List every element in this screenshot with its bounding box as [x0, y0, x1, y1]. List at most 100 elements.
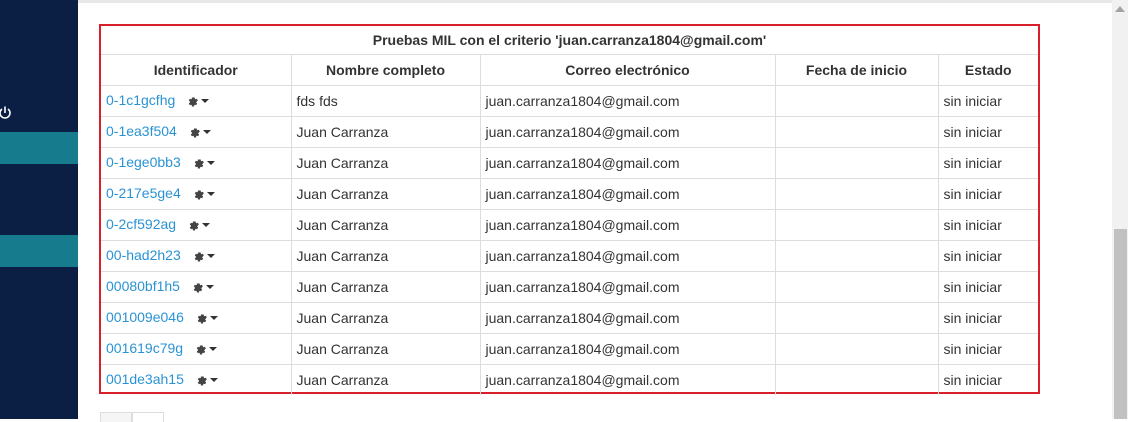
table-row: 0-1c1gcfhg fds fds juan.carranza1804@gmail… [101, 85, 1039, 117]
sidebar [0, 0, 78, 419]
status-cell: sin iniciar [937, 364, 1039, 395]
record-id-link[interactable]: 001619c79g [106, 340, 183, 356]
table-row: 001de3ah15 Juan Carranza juan.carranza1804… [101, 364, 1039, 395]
record-id-link[interactable]: 001de3ah15 [106, 371, 184, 387]
email-cell: juan.carranza1804@gmail.com [479, 364, 776, 395]
caret-down-icon [206, 161, 215, 166]
record-id-link[interactable]: 0-1ege0bb3 [106, 154, 181, 170]
record-id-link[interactable]: 00080bf1h5 [106, 278, 180, 294]
email-cell: juan.carranza1804@gmail.com [479, 240, 776, 272]
id-cell: 0-1ege0bb3 [101, 147, 292, 179]
main-content: Pruebas MIL con el criterio 'juan.carran… [78, 0, 1112, 422]
table-row: 0-2cf592ag Juan Carranza juan.carranza1804… [101, 209, 1039, 241]
caret-down-icon [206, 192, 215, 197]
email-cell: juan.carranza1804@gmail.com [479, 209, 776, 241]
email-cell: juan.carranza1804@gmail.com [479, 116, 776, 148]
record-id-link[interactable]: 0-2cf592ag [106, 216, 176, 232]
email-cell: juan.carranza1804@gmail.com [479, 333, 776, 365]
caret-down-icon [209, 347, 218, 352]
gear-icon [189, 127, 200, 138]
gear-icon [188, 220, 199, 231]
caret-down-icon [201, 99, 210, 104]
sidebar-item-highlight[interactable] [0, 235, 78, 267]
table-row: 00080bf1h5 Juan Carranza juan.carranza1804… [101, 271, 1039, 303]
record-id-link[interactable]: 0-217e5ge4 [106, 185, 181, 201]
gear-icon [193, 189, 204, 200]
record-id-link[interactable]: 00-had2h23 [106, 247, 181, 263]
results-table: Pruebas MIL con el criterio 'juan.carran… [101, 26, 1039, 395]
id-cell: 0-2cf592ag [101, 209, 292, 241]
name-cell: Juan Carranza [290, 364, 481, 395]
status-cell: sin iniciar [937, 116, 1039, 148]
row-actions-dropdown[interactable] [189, 247, 219, 265]
table-row: 001009e046 Juan Carranza juan.carranza1804… [101, 302, 1039, 334]
start-date-cell [774, 302, 939, 334]
record-id-link[interactable]: 0-1ea3f504 [106, 123, 177, 139]
caret-down-icon [202, 130, 211, 135]
pagination [100, 412, 164, 422]
name-cell: Juan Carranza [290, 333, 481, 365]
caret-down-icon [209, 378, 218, 383]
gear-icon [196, 313, 207, 324]
table-header-row: Identificador Nombre completo Correo elect… [101, 54, 1039, 86]
start-date-cell [774, 178, 939, 210]
header-divider [78, 0, 1112, 3]
name-cell: fds fds [290, 85, 481, 117]
column-header: Fecha de inicio [774, 54, 939, 86]
name-cell: Juan Carranza [290, 302, 481, 334]
id-cell: 00-had2h23 [101, 240, 292, 272]
start-date-cell [774, 240, 939, 272]
name-cell: Juan Carranza [290, 271, 481, 303]
id-cell: 001619c79g [101, 333, 292, 365]
caret-down-icon [202, 223, 211, 228]
gear-icon [192, 282, 203, 293]
name-cell: Juan Carranza [290, 178, 481, 210]
row-actions-dropdown[interactable] [188, 278, 218, 296]
record-id-link[interactable]: 0-1c1gcfhg [106, 92, 175, 108]
window-edge [1128, 0, 1140, 419]
row-actions-dropdown[interactable] [192, 309, 222, 327]
gear-icon [187, 96, 199, 107]
table-body: 0-1c1gcfhg fds fds juan.carranza1804@gmail… [101, 85, 1039, 395]
table-caption: Pruebas MIL con el criterio 'juan.carran… [101, 26, 1039, 55]
scrollbar-thumb[interactable] [1114, 229, 1127, 419]
name-cell: Juan Carranza [290, 147, 481, 179]
status-cell: sin iniciar [937, 240, 1039, 272]
table-row: 0-1ea3f504 Juan Carranza juan.carranza1804… [101, 116, 1039, 148]
row-actions-dropdown[interactable] [192, 371, 222, 389]
table-row: 0-1ege0bb3 Juan Carranza juan.carranza1804… [101, 147, 1039, 179]
scroll-up-arrow-icon[interactable] [1115, 6, 1125, 12]
row-actions-dropdown[interactable] [183, 92, 213, 110]
row-actions-dropdown[interactable] [189, 185, 219, 203]
name-cell: Juan Carranza [290, 209, 481, 241]
row-actions-dropdown[interactable] [189, 154, 219, 172]
id-cell: 0-1c1gcfhg [101, 85, 292, 117]
start-date-cell [774, 85, 939, 117]
caret-down-icon [205, 285, 214, 290]
status-cell: sin iniciar [937, 333, 1039, 365]
power-icon[interactable] [0, 105, 12, 123]
pagination-next[interactable] [132, 412, 164, 422]
row-actions-dropdown[interactable] [185, 123, 215, 141]
gear-icon [193, 158, 204, 169]
column-header: Nombre completo [290, 54, 481, 86]
email-cell: juan.carranza1804@gmail.com [479, 271, 776, 303]
start-date-cell [774, 209, 939, 241]
email-cell: juan.carranza1804@gmail.com [479, 302, 776, 334]
results-table-panel: Pruebas MIL con el criterio 'juan.carran… [99, 24, 1040, 395]
id-cell: 001009e046 [101, 302, 292, 334]
pagination-prev[interactable] [100, 412, 132, 422]
id-cell: 00080bf1h5 [101, 271, 292, 303]
column-header: Correo electrónico [479, 54, 776, 86]
caret-down-icon [209, 316, 218, 321]
record-id-link[interactable]: 001009e046 [106, 309, 184, 325]
row-actions-dropdown[interactable] [191, 340, 221, 358]
column-header: Estado [937, 54, 1039, 86]
name-cell: Juan Carranza [290, 116, 481, 148]
start-date-cell [774, 333, 939, 365]
id-cell: 001de3ah15 [101, 364, 292, 395]
sidebar-item-active[interactable] [0, 132, 78, 164]
row-actions-dropdown[interactable] [184, 216, 214, 234]
start-date-cell [774, 116, 939, 148]
email-cell: juan.carranza1804@gmail.com [479, 147, 776, 179]
